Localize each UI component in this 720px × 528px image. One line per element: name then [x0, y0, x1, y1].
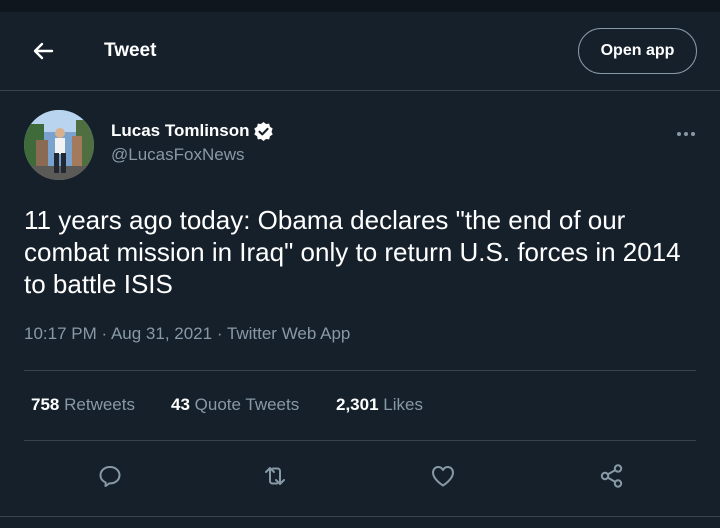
retweets-count: 758	[31, 395, 60, 414]
tweet-text: 11 years ago today: Obama declares "the …	[24, 205, 681, 299]
arrow-left-icon	[33, 42, 54, 60]
like-button[interactable]	[428, 461, 458, 491]
quote-tweets-count: 43	[171, 395, 190, 414]
tweet-date[interactable]: Aug 31, 2021	[111, 324, 212, 343]
retweets-stat[interactable]: 758 Retweets	[31, 395, 135, 415]
page-title: Tweet	[104, 40, 157, 61]
reply-button[interactable]	[95, 461, 125, 491]
reply-icon	[99, 466, 121, 487]
meta-separator: ·	[96, 324, 111, 343]
app-header: Tweet Open app	[0, 12, 720, 91]
tweet-source[interactable]: Twitter Web App	[227, 324, 350, 343]
likes-label: Likes	[383, 395, 423, 414]
tweet-meta: 10:17 PM · Aug 31, 2021 · Twitter Web Ap…	[24, 324, 350, 344]
retweet-button[interactable]	[260, 461, 290, 491]
meta-separator: ·	[212, 324, 227, 343]
author-name[interactable]: Lucas Tomlinson	[111, 121, 250, 141]
retweets-label: Retweets	[64, 395, 135, 414]
more-horizontal-icon	[677, 132, 695, 136]
more-options-button[interactable]	[673, 124, 699, 144]
avatar[interactable]	[24, 110, 94, 180]
verified-badge-icon	[254, 121, 273, 142]
quote-tweets-label: Quote Tweets	[194, 395, 300, 414]
retweet-icon	[265, 467, 285, 485]
top-status-strip	[0, 0, 720, 12]
share-button[interactable]	[597, 461, 627, 491]
likes-stat[interactable]: 2,301 Likes	[336, 395, 423, 415]
author-handle[interactable]: @LucasFoxNews	[111, 145, 244, 165]
back-button[interactable]	[26, 34, 60, 68]
heart-icon	[432, 466, 454, 487]
likes-count: 2,301	[336, 395, 379, 414]
quote-tweets-stat[interactable]: 43 Quote Tweets	[171, 395, 299, 415]
divider	[24, 370, 696, 371]
open-app-button[interactable]: Open app	[578, 28, 697, 74]
share-icon	[600, 464, 623, 488]
divider	[24, 440, 696, 441]
avatar-photo	[24, 110, 94, 180]
divider	[0, 516, 720, 517]
tweet-time[interactable]: 10:17 PM	[24, 324, 97, 343]
